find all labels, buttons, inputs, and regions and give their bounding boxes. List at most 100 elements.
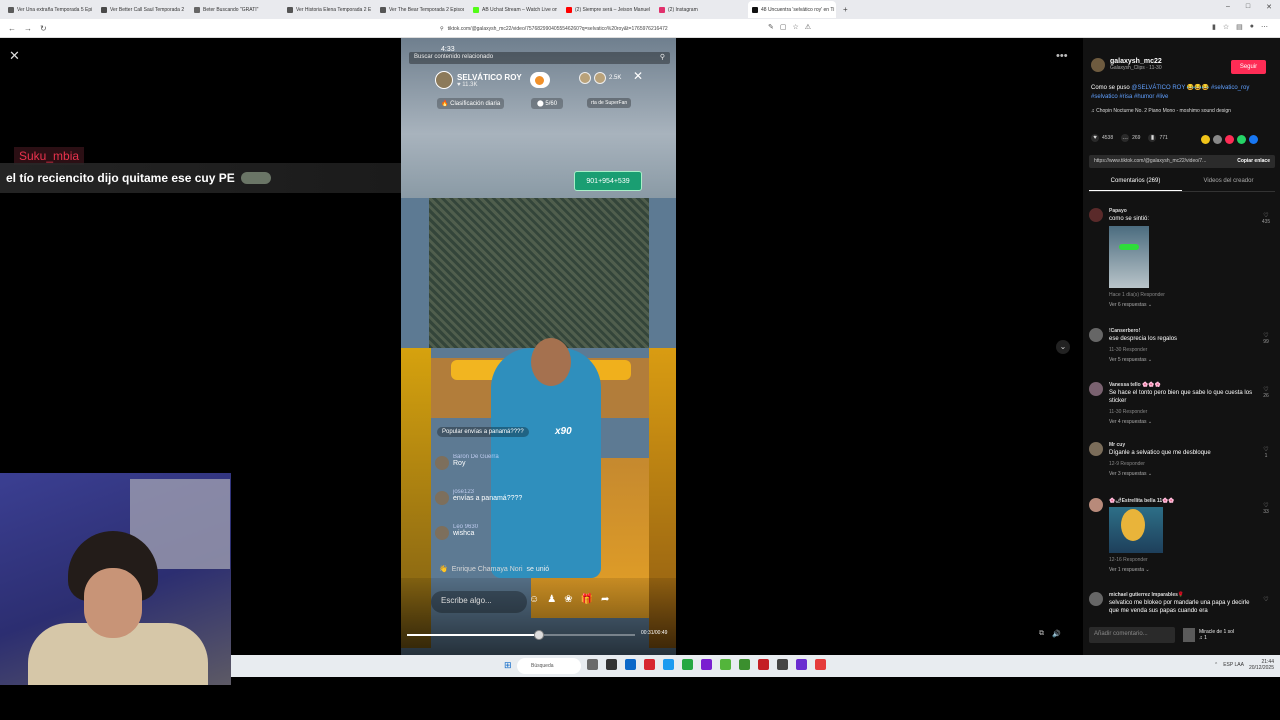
profile-icon[interactable]: ● bbox=[1250, 23, 1254, 31]
rose-icon[interactable]: ❀ bbox=[564, 594, 572, 605]
taskbar-app-icon[interactable] bbox=[644, 659, 655, 670]
share-icon[interactable]: ➦ bbox=[601, 594, 609, 605]
heart-icon[interactable]: ♥ bbox=[1091, 134, 1099, 142]
commenter-avatar[interactable] bbox=[1089, 442, 1103, 456]
stat-comment[interactable]: … 269 bbox=[1121, 134, 1140, 142]
extension-icon[interactable]: ⚠ bbox=[805, 23, 811, 31]
taskbar-app-icon[interactable] bbox=[739, 659, 750, 670]
gift-icon[interactable]: 🎁 bbox=[581, 594, 593, 605]
comment-like[interactable]: ♡ bbox=[1261, 596, 1271, 603]
window-close-button[interactable]: ✕ bbox=[1266, 3, 1272, 11]
view-replies-button[interactable]: Ver 6 respuestas ⌄ bbox=[1109, 302, 1254, 308]
live-close-icon[interactable]: ✕ bbox=[633, 69, 643, 83]
settings-menu-icon[interactable]: ⋯ bbox=[1261, 23, 1268, 31]
minimize-button[interactable]: – bbox=[1226, 3, 1230, 11]
guests-icon[interactable]: ♟ bbox=[547, 594, 556, 605]
comment-user[interactable]: michael gutierrez Imparables🌹 bbox=[1109, 592, 1254, 598]
video-link[interactable]: https://www.tiktok.com/@galaxysh_mc22/vi… bbox=[1094, 158, 1206, 165]
taskbar-app-icon[interactable] bbox=[606, 659, 617, 670]
volume-icon[interactable]: 🔊 bbox=[1052, 630, 1061, 638]
music-link[interactable]: ♫ Chopin Nocturne No. 2 Piano Mono - mos… bbox=[1091, 108, 1231, 114]
comment-meta[interactable]: Hace 1 día(s) Responder bbox=[1109, 292, 1254, 298]
browser-tab[interactable]: Beter Buscando "GRATI" bbox=[190, 1, 278, 18]
view-replies-button[interactable]: Ver 3 respuestas ⌄ bbox=[1109, 471, 1254, 477]
bookmark-icon[interactable]: ▮ bbox=[1148, 134, 1157, 142]
windows-start-icon[interactable]: ⊞ bbox=[504, 660, 512, 671]
tray-language[interactable]: ESP LAA bbox=[1223, 662, 1244, 668]
comment-user[interactable]: Mr cuy bbox=[1109, 442, 1254, 448]
tab-comments[interactable]: Comentarios (269) bbox=[1089, 178, 1182, 191]
comment-meta[interactable]: 11-30 Responder bbox=[1109, 409, 1254, 415]
share-icon[interactable] bbox=[1237, 135, 1246, 144]
commenter-avatar[interactable] bbox=[435, 526, 449, 540]
comment-meta[interactable]: 11-30 Responder bbox=[1109, 347, 1254, 353]
screenshot-icon[interactable]: ▢ bbox=[780, 23, 787, 31]
view-replies-button[interactable]: Ver 4 respuestas ⌄ bbox=[1109, 419, 1254, 425]
commenter-avatar[interactable] bbox=[1089, 382, 1103, 396]
back-icon[interactable]: ← bbox=[8, 24, 16, 33]
more-options-button[interactable]: ••• bbox=[1056, 50, 1068, 62]
browser-tab[interactable]: Ver Historia Elena Temporada 2 Episo bbox=[283, 1, 371, 18]
close-video-button[interactable]: ✕ bbox=[9, 48, 20, 64]
comment-user[interactable]: 🌸🌶Estrellita bella 11🌸🌸 bbox=[1109, 498, 1254, 504]
browser-tab[interactable]: (2) Instagram bbox=[655, 1, 743, 18]
taskbar-app-icon[interactable] bbox=[682, 659, 693, 670]
viewer-count[interactable]: 2.5K bbox=[579, 72, 621, 84]
daily-ranking[interactable]: 🔥 Clasificación diaria bbox=[437, 98, 505, 109]
taskbar-app-icon[interactable] bbox=[758, 659, 769, 670]
tray-chevron-icon[interactable]: ⌃ bbox=[1214, 662, 1218, 668]
heart-outline-icon[interactable]: ♡ bbox=[1263, 597, 1268, 603]
browser-tab[interactable]: Ver Una extraña Temporada 5 Episo bbox=[4, 1, 92, 18]
comment-like[interactable]: ♡ 33 bbox=[1261, 502, 1271, 515]
comment-like[interactable]: ♡ 435 bbox=[1261, 212, 1271, 225]
search-icon[interactable]: ⚲ bbox=[660, 53, 665, 61]
taskbar-app-icon[interactable] bbox=[587, 659, 598, 670]
comment-user[interactable]: Papayo bbox=[1109, 208, 1254, 214]
pip-icon[interactable]: ⧉ bbox=[1039, 630, 1044, 638]
add-comment-input[interactable]: Añadir comentario... bbox=[1089, 627, 1175, 643]
tab-creator-videos[interactable]: Videos del creador bbox=[1182, 178, 1275, 191]
commenter-avatar[interactable] bbox=[435, 456, 449, 470]
view-replies-button[interactable]: Ver 1 respuesta ⌄ bbox=[1109, 567, 1254, 573]
commenter-avatar[interactable] bbox=[1089, 592, 1103, 606]
taskbar-search[interactable]: Búsqueda bbox=[517, 658, 581, 674]
taskbar-app-icon[interactable] bbox=[625, 659, 636, 670]
comment-user[interactable]: Vanessa tello 🌸🌸🌸 bbox=[1109, 382, 1254, 388]
next-video-button[interactable]: ⌄ bbox=[1056, 340, 1070, 354]
reload-icon[interactable]: ↻ bbox=[40, 24, 47, 33]
comment-like[interactable]: ♡ 99 bbox=[1261, 332, 1271, 345]
video-player[interactable]: 4:33 Buscar contenido relacionado ⚲ SELV… bbox=[401, 38, 676, 655]
split-icon[interactable]: ▮ bbox=[1212, 23, 1216, 31]
maximize-button[interactable]: □ bbox=[1246, 3, 1250, 11]
favorite-icon[interactable]: ☆ bbox=[793, 23, 799, 31]
stat-heart[interactable]: ♥ 4538 bbox=[1091, 134, 1113, 142]
commenter-avatar[interactable] bbox=[1089, 498, 1103, 512]
forward-icon[interactable]: → bbox=[24, 24, 32, 33]
taskbar-app-icon[interactable] bbox=[663, 659, 674, 670]
share-icon[interactable] bbox=[1201, 135, 1210, 144]
taskbar-app-icon[interactable] bbox=[815, 659, 826, 670]
clock[interactable]: 21:44 20/12/2025 bbox=[1249, 659, 1274, 671]
comment-like[interactable]: ♡ 26 bbox=[1261, 386, 1271, 399]
browser-tab[interactable]: Ver Better Call Saul Temporada 2 Ep bbox=[97, 1, 185, 18]
browser-tab[interactable]: AB Uchat Stream – Watch Live on Ki bbox=[469, 1, 557, 18]
live-comment-user[interactable]: jose123 bbox=[453, 489, 522, 495]
view-replies-button[interactable]: Ver 5 respuestas ⌄ bbox=[1109, 357, 1254, 363]
live-host[interactable]: SELVÁTICO ROY ♥ 11.3K bbox=[435, 70, 550, 90]
follow-button[interactable]: Seguir bbox=[1231, 60, 1266, 74]
comment-icon[interactable]: … bbox=[1121, 134, 1130, 142]
live-comment-user[interactable]: Baron De Guerra bbox=[453, 454, 499, 460]
taskbar-app-icon[interactable] bbox=[777, 659, 788, 670]
video-progress-bar[interactable] bbox=[407, 634, 635, 636]
taskbar-app-icon[interactable] bbox=[701, 659, 712, 670]
stat-bookmark[interactable]: ▮ 771 bbox=[1148, 134, 1168, 142]
live-comment-user[interactable]: Leo 9630 bbox=[453, 524, 478, 530]
author-info[interactable]: galaxysh_mc22 Galaxysh_Clips · 11-30 bbox=[1091, 58, 1162, 72]
comment-meta[interactable]: 12-16 Responder bbox=[1109, 557, 1254, 563]
mini-player[interactable]: Miracle de 1 sol ♫ 1 bbox=[1183, 628, 1234, 642]
comment-like[interactable]: ♡ 1 bbox=[1261, 446, 1271, 459]
collections-icon[interactable]: ▤ bbox=[1236, 23, 1243, 31]
browser-tab[interactable]: Ver The Bear Temporada 2 Episodio bbox=[376, 1, 464, 18]
taskbar-app-icon[interactable] bbox=[796, 659, 807, 670]
read-mode-icon[interactable]: ✎ bbox=[768, 23, 774, 31]
